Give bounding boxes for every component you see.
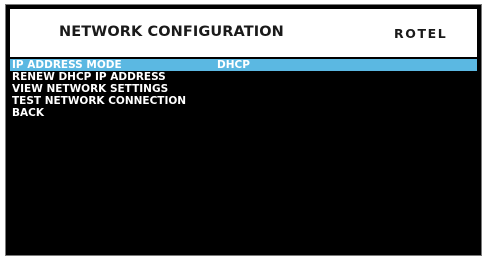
menu-item-view-network-settings[interactable]: VIEW NETWORK SETTINGS <box>10 83 477 95</box>
menu-item-ip-address-mode[interactable]: IP ADDRESS MODE DHCP <box>10 59 477 71</box>
header-bar: NETWORK CONFIGURATION ROTEL <box>10 9 477 57</box>
menu-item-label: VIEW NETWORK SETTINGS <box>12 83 169 95</box>
menu-item-renew-dhcp[interactable]: RENEW DHCP IP ADDRESS <box>10 71 477 83</box>
menu-item-label: RENEW DHCP IP ADDRESS <box>12 71 166 83</box>
menu-item-label: BACK <box>12 107 44 119</box>
network-menu: IP ADDRESS MODE DHCP RENEW DHCP IP ADDRE… <box>10 59 477 119</box>
menu-item-label: IP ADDRESS MODE <box>12 59 122 71</box>
osd-screen: NETWORK CONFIGURATION ROTEL IP ADDRESS M… <box>5 4 482 256</box>
menu-item-test-network-connection[interactable]: TEST NETWORK CONNECTION <box>10 95 477 107</box>
menu-item-back[interactable]: BACK <box>10 107 477 119</box>
page-title: NETWORK CONFIGURATION <box>59 24 284 40</box>
ip-address-mode-value: DHCP <box>217 59 250 71</box>
menu-item-label: TEST NETWORK CONNECTION <box>12 95 187 107</box>
rotel-logo: ROTEL <box>394 26 448 41</box>
